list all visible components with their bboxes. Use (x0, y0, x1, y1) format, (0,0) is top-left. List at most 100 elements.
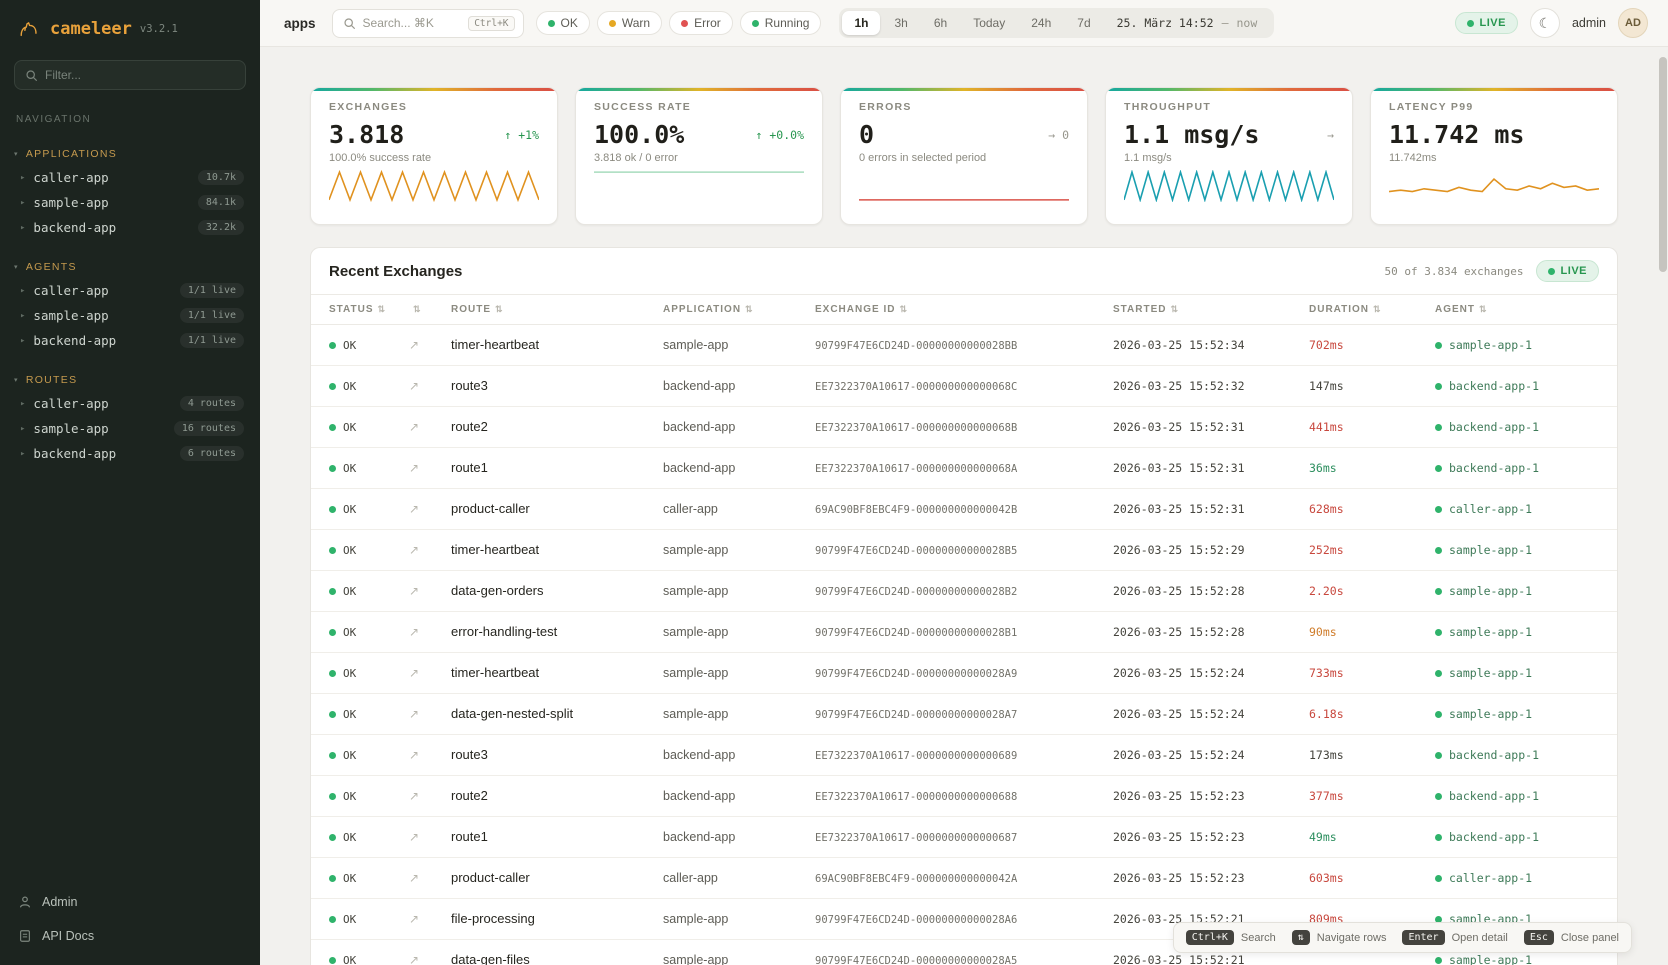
sort-icon[interactable]: ⇅ (899, 304, 908, 314)
status-filter-error[interactable]: Error (669, 11, 733, 35)
open-exchange-icon[interactable]: ↗ (409, 789, 419, 803)
exchange-id: 69AC90BF8EBC4F9-000000000000042A (815, 873, 1017, 885)
column-header[interactable]: STATUS⇅ (311, 295, 399, 325)
open-exchange-icon[interactable]: ↗ (409, 666, 419, 680)
scrollbar-thumb[interactable] (1659, 57, 1667, 272)
status-filter-running[interactable]: Running (740, 11, 822, 35)
sidebar-item[interactable]: ▸ caller-app 4 routes (0, 391, 260, 416)
open-exchange-icon[interactable]: ↗ (409, 543, 419, 557)
sidebar-item[interactable]: ▸ backend-app 1/1 live (0, 328, 260, 353)
stat-card-errors[interactable]: ERRORS 0 → 0 0 errors in selected period (840, 87, 1088, 225)
time-range-1h[interactable]: 1h (842, 11, 880, 35)
table-row[interactable]: OK ↗ product-caller caller-app 69AC90BF8… (311, 858, 1617, 899)
table-row[interactable]: OK ↗ timer-heartbeat sample-app 90799F47… (311, 653, 1617, 694)
started-timestamp: 2026-03-25 15:52:23 (1113, 830, 1245, 844)
open-exchange-icon[interactable]: ↗ (409, 953, 419, 965)
sort-icon[interactable]: ⇅ (1170, 304, 1179, 314)
sidebar-filter-input[interactable] (45, 68, 235, 82)
time-range-24h[interactable]: 24h (1019, 11, 1063, 35)
application-name: caller-app (663, 502, 718, 516)
column-header[interactable]: APPLICATION⇅ (653, 295, 805, 325)
avatar[interactable]: AD (1618, 8, 1648, 38)
stat-card-success-rate[interactable]: SUCCESS RATE 100.0% ↑ +0.0% 3.818 ok / 0… (575, 87, 823, 225)
table-row[interactable]: OK ↗ timer-heartbeat sample-app 90799F47… (311, 325, 1617, 366)
live-toggle[interactable]: LIVE (1455, 12, 1518, 34)
sidebar-item[interactable]: ▸ sample-app 1/1 live (0, 303, 260, 328)
sidebar-group-header[interactable]: ▾ APPLICATIONS (0, 143, 260, 165)
column-header[interactable]: STARTED⇅ (1103, 295, 1299, 325)
table-row[interactable]: OK ↗ route2 backend-app EE7322370A10617-… (311, 407, 1617, 448)
search-box[interactable]: Ctrl+K (332, 9, 524, 38)
time-range-3h[interactable]: 3h (882, 11, 919, 35)
sidebar-item-admin[interactable]: Admin (0, 885, 260, 919)
time-range-7d[interactable]: 7d (1065, 11, 1102, 35)
sidebar-item[interactable]: ▸ sample-app 16 routes (0, 416, 260, 441)
search-input[interactable] (363, 16, 462, 30)
sidebar-item[interactable]: ▸ caller-app 1/1 live (0, 278, 260, 303)
agent-cell: sample-app-1 (1435, 543, 1607, 557)
sidebar-item[interactable]: ▸ sample-app 84.1k (0, 190, 260, 215)
column-header[interactable]: EXCHANGE ID⇅ (805, 295, 1103, 325)
sort-icon[interactable]: ⇅ (1479, 304, 1488, 314)
table-row[interactable]: OK ↗ route1 backend-app EE7322370A10617-… (311, 817, 1617, 858)
sort-icon[interactable]: ⇅ (1373, 304, 1382, 314)
time-range-today[interactable]: Today (961, 11, 1017, 35)
duration-value: 90ms (1309, 625, 1337, 639)
chevron-right-icon: ▸ (20, 424, 25, 434)
open-exchange-icon[interactable]: ↗ (409, 461, 419, 475)
status-filter-warn[interactable]: Warn (597, 11, 662, 35)
table-row[interactable]: OK ↗ timer-heartbeat sample-app 90799F47… (311, 530, 1617, 571)
open-exchange-icon[interactable]: ↗ (409, 707, 419, 721)
duration-value: 147ms (1309, 379, 1344, 393)
sidebar-group-header[interactable]: ▾ ROUTES (0, 369, 260, 391)
table-row[interactable]: OK ↗ product-caller caller-app 69AC90BF8… (311, 489, 1617, 530)
logo[interactable]: cameleer v3.2.1 (0, 0, 260, 52)
open-exchange-icon[interactable]: ↗ (409, 379, 419, 393)
column-header[interactable]: ⇅ (399, 295, 441, 325)
sort-icon[interactable]: ⇅ (413, 304, 422, 314)
column-header[interactable]: ROUTE⇅ (441, 295, 653, 325)
table-row[interactable]: OK ↗ route1 backend-app EE7322370A10617-… (311, 448, 1617, 489)
stat-card-exchanges[interactable]: EXCHANGES 3.818 ↑ +1% 100.0% success rat… (310, 87, 558, 225)
column-header[interactable]: AGENT⇅ (1425, 295, 1617, 325)
sidebar-item[interactable]: ▸ caller-app 10.7k (0, 165, 260, 190)
open-exchange-icon[interactable]: ↗ (409, 420, 419, 434)
column-header[interactable]: DURATION⇅ (1299, 295, 1425, 325)
stat-card-trend: ↑ +0.0% (756, 128, 804, 142)
scrollbar-track[interactable] (1659, 47, 1667, 965)
table-live-badge[interactable]: LIVE (1536, 260, 1599, 282)
open-exchange-icon[interactable]: ↗ (409, 912, 419, 926)
status-ok-dot (329, 711, 336, 718)
sort-icon[interactable]: ⇅ (495, 304, 504, 314)
sidebar-filter[interactable] (14, 60, 246, 90)
table-row[interactable]: OK ↗ route3 backend-app EE7322370A10617-… (311, 735, 1617, 776)
table-row[interactable]: OK ↗ error-handling-test sample-app 9079… (311, 612, 1617, 653)
sidebar-group-header[interactable]: ▾ AGENTS (0, 256, 260, 278)
time-range-6h[interactable]: 6h (922, 11, 959, 35)
open-exchange-icon[interactable]: ↗ (409, 830, 419, 844)
sidebar-item[interactable]: ▸ backend-app 32.2k (0, 215, 260, 240)
open-exchange-icon[interactable]: ↗ (409, 748, 419, 762)
open-exchange-icon[interactable]: ↗ (409, 625, 419, 639)
stat-card-latency-p99[interactable]: LATENCY P99 11.742 ms 11.742ms (1370, 87, 1618, 225)
sidebar-footer: Admin API Docs (0, 885, 260, 965)
open-exchange-icon[interactable]: ↗ (409, 871, 419, 885)
sort-icon[interactable]: ⇅ (745, 304, 754, 314)
table-row[interactable]: OK ↗ data-gen-nested-split sample-app 90… (311, 694, 1617, 735)
table-row[interactable]: OK ↗ route3 backend-app EE7322370A10617-… (311, 366, 1617, 407)
sort-icon[interactable]: ⇅ (378, 304, 387, 314)
table-row[interactable]: OK ↗ route2 backend-app EE7322370A10617-… (311, 776, 1617, 817)
status-filter-ok[interactable]: OK (536, 11, 590, 35)
sidebar-item-api-docs[interactable]: API Docs (0, 919, 260, 953)
sidebar-item[interactable]: ▸ backend-app 6 routes (0, 441, 260, 466)
agent-live-dot (1435, 711, 1442, 718)
keyboard-hints-bar: Ctrl+K Search ⇅ Navigate rows Enter Open… (1173, 922, 1632, 953)
date-range[interactable]: 25. März 14:52 — now (1105, 16, 1272, 30)
open-exchange-icon[interactable]: ↗ (409, 584, 419, 598)
open-exchange-icon[interactable]: ↗ (409, 338, 419, 352)
open-exchange-icon[interactable]: ↗ (409, 502, 419, 516)
stat-card-throughput[interactable]: THROUGHPUT 1.1 msg/s → 1.1 msg/s (1105, 87, 1353, 225)
started-timestamp: 2026-03-25 15:52:24 (1113, 707, 1245, 721)
table-row[interactable]: OK ↗ data-gen-orders sample-app 90799F47… (311, 571, 1617, 612)
dark-mode-toggle[interactable]: ☾ (1530, 8, 1560, 38)
